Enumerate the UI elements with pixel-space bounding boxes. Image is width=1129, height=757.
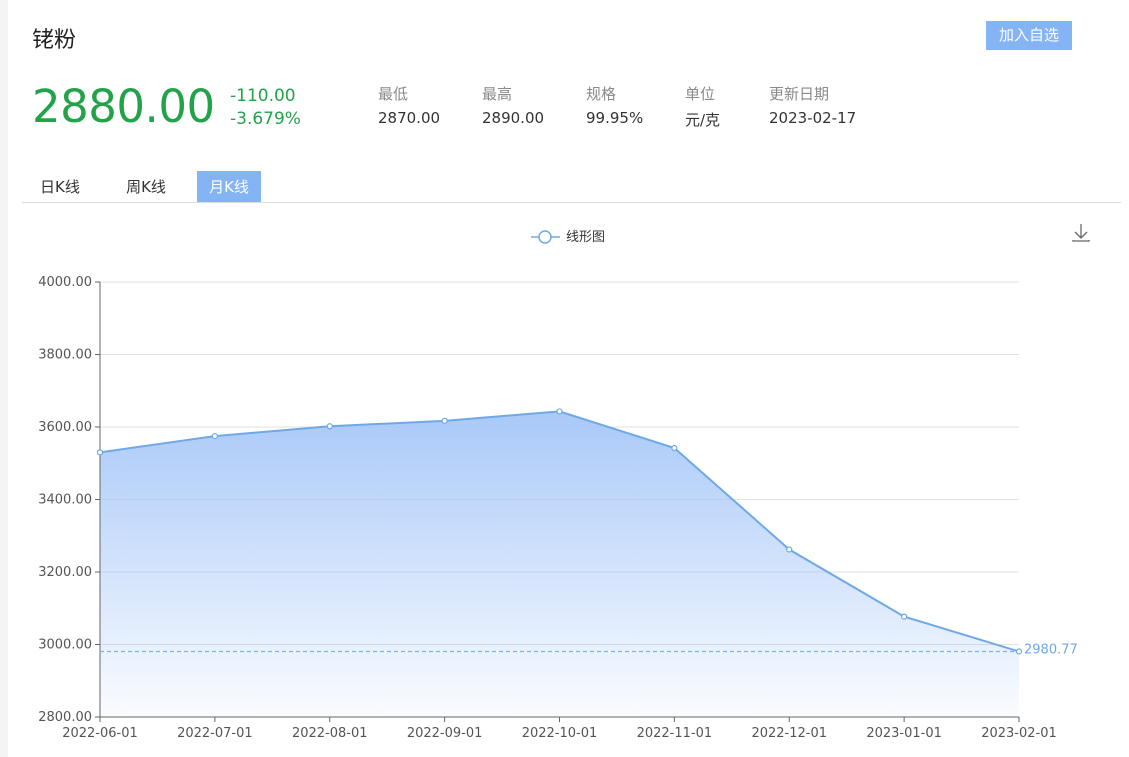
- data-point: [441, 417, 448, 424]
- y-tick-label: 4000.00: [38, 275, 92, 290]
- series-area-fill: [100, 411, 1019, 717]
- download-icon[interactable]: [1072, 224, 1090, 242]
- data-point: [96, 449, 104, 456]
- x-tick-label: 2022-08-01: [292, 726, 368, 741]
- legend-marker: [538, 230, 552, 244]
- x-tick-label: 2022-12-01: [751, 726, 827, 741]
- mark-line-label: 2980.77: [1024, 642, 1078, 657]
- x-tick-label: 2022-06-01: [62, 726, 138, 741]
- chart-legend[interactable]: 线形图: [531, 230, 605, 245]
- x-tick-label: 2023-01-01: [866, 726, 942, 741]
- x-tick-label: 2022-07-01: [177, 726, 253, 741]
- data-point: [1015, 648, 1023, 655]
- y-tick-label: 3400.00: [38, 493, 92, 508]
- y-tick-label: 2800.00: [38, 710, 92, 725]
- x-tick-label: 2022-09-01: [407, 726, 483, 741]
- data-point: [556, 408, 563, 415]
- x-tick-label: 2022-10-01: [522, 726, 598, 741]
- y-tick-label: 3000.00: [38, 638, 92, 653]
- data-point: [211, 432, 218, 440]
- data-point: [326, 423, 333, 430]
- chart-area: [100, 411, 1019, 717]
- data-point: [786, 546, 793, 553]
- data-point: [671, 444, 678, 452]
- y-tick-label: 3800.00: [38, 348, 92, 363]
- x-tick-label: 2022-11-01: [637, 726, 713, 741]
- data-point: [901, 613, 908, 620]
- x-tick-label: 2023-02-01: [981, 726, 1057, 741]
- legend-label: 线形图: [566, 230, 605, 245]
- price-chart: 2800.00 3000.00 3200.00 3400.00 3600.00 3800.…: [38, 224, 1090, 741]
- y-tick-label: 3600.00: [38, 420, 92, 435]
- y-tick-label: 3200.00: [38, 565, 92, 580]
